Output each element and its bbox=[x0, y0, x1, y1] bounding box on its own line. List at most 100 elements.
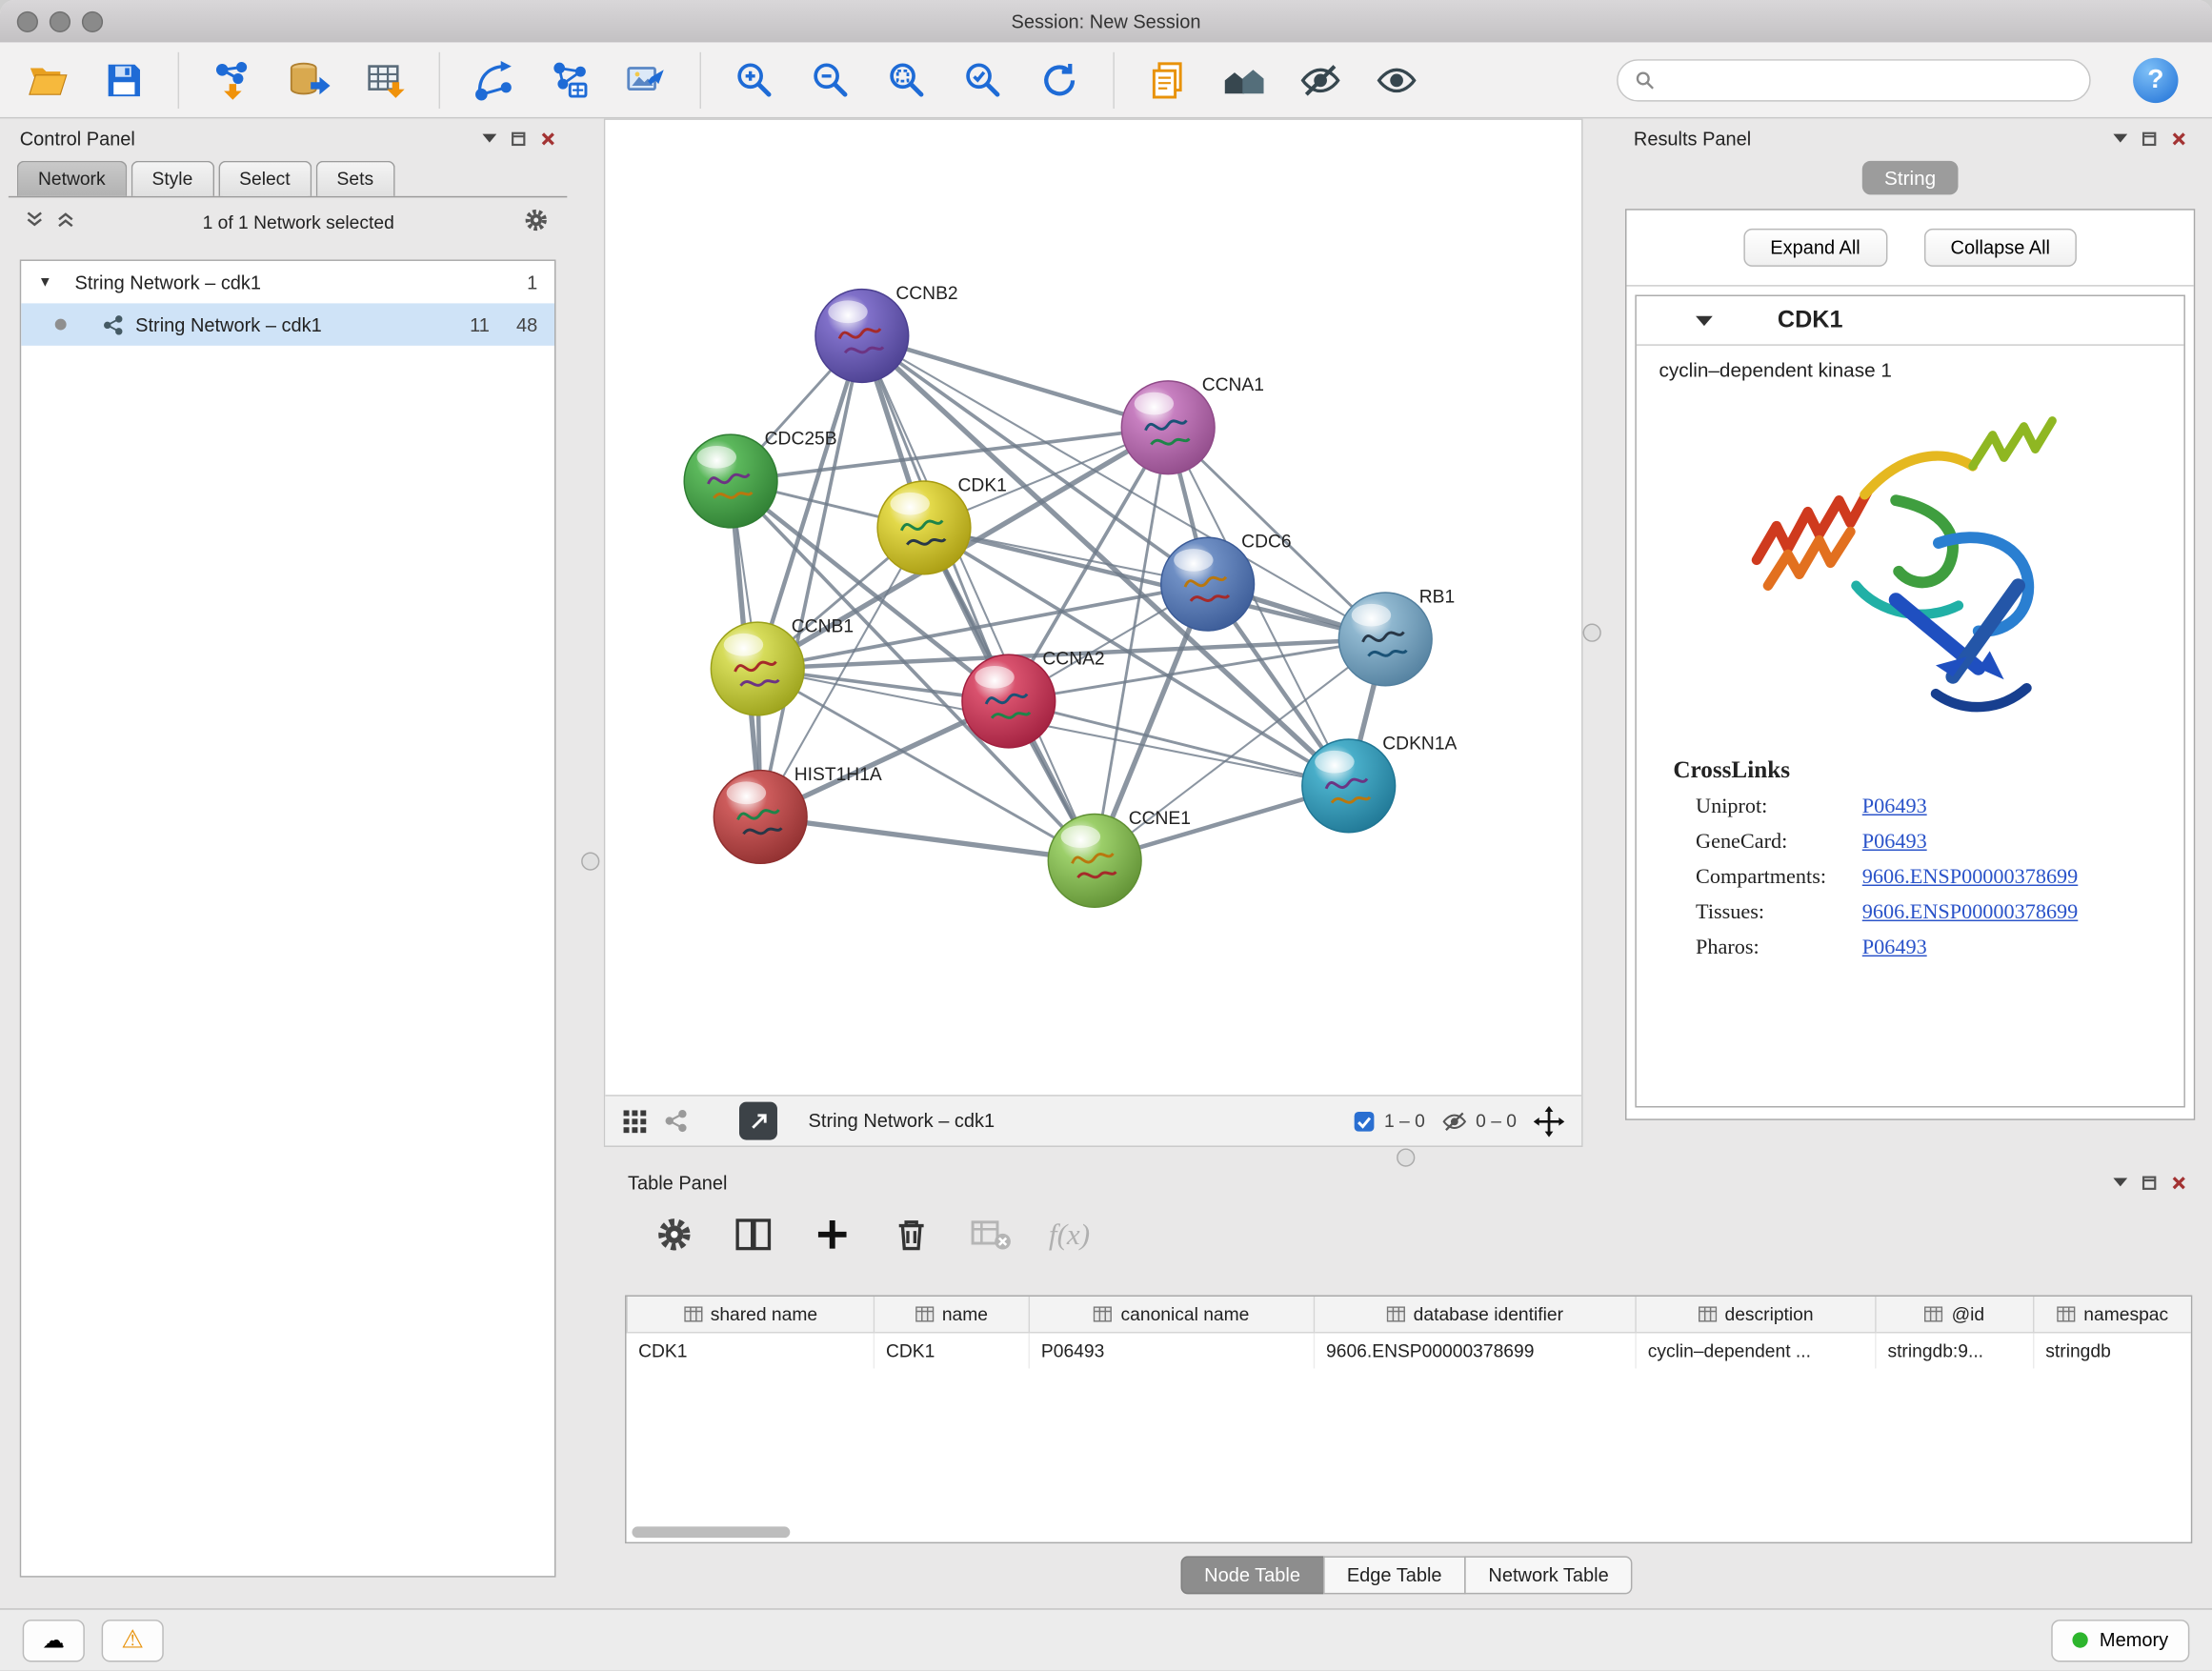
table-cell[interactable]: cyclin–dependent ... bbox=[1636, 1333, 1876, 1369]
table-cell[interactable]: P06493 bbox=[1029, 1333, 1314, 1369]
column-header[interactable]: namespac bbox=[2034, 1297, 2192, 1333]
network-node[interactable]: HIST1H1A bbox=[714, 765, 882, 863]
crosslink-link[interactable]: P06493 bbox=[1862, 795, 1927, 819]
network-node[interactable]: CCNE1 bbox=[1048, 809, 1191, 907]
import-network-file-button[interactable] bbox=[205, 51, 261, 108]
table-cell[interactable]: stringdb bbox=[2034, 1333, 2192, 1369]
disclosure-triangle-icon[interactable]: ▼ bbox=[38, 274, 64, 290]
horizontal-scrollbar[interactable] bbox=[632, 1526, 790, 1538]
panel-menu-icon[interactable] bbox=[2113, 1177, 2127, 1188]
apply-preferred-layout-button[interactable] bbox=[1032, 51, 1088, 108]
network-node[interactable]: CCNA1 bbox=[1121, 375, 1264, 473]
tab-edge-table[interactable]: Edge Table bbox=[1323, 1556, 1466, 1594]
bottom-splitter-handle[interactable] bbox=[1397, 1148, 1415, 1166]
cloud-button[interactable]: ☁ bbox=[23, 1619, 85, 1661]
expand-all-button[interactable]: Expand All bbox=[1743, 229, 1887, 267]
duplicate-page-button[interactable] bbox=[1140, 51, 1196, 108]
table-cell[interactable]: stringdb:9... bbox=[1876, 1333, 2034, 1369]
network-edge[interactable] bbox=[760, 335, 862, 816]
import-network-database-button[interactable] bbox=[281, 51, 337, 108]
table-cell[interactable]: CDK1 bbox=[627, 1333, 874, 1369]
search-input[interactable] bbox=[1666, 68, 2072, 91]
network-node[interactable]: CDC6 bbox=[1161, 533, 1292, 631]
network-node[interactable]: CCNB2 bbox=[815, 284, 958, 382]
open-session-button[interactable] bbox=[20, 51, 76, 108]
crosslink-link[interactable]: P06493 bbox=[1862, 831, 1927, 855]
crosslink-link[interactable]: 9606.ENSP00000378699 bbox=[1862, 901, 2078, 925]
window-zoom-button[interactable] bbox=[82, 10, 103, 31]
tab-network[interactable]: Network bbox=[17, 161, 127, 196]
tab-select[interactable]: Select bbox=[218, 161, 312, 196]
panel-close-icon[interactable] bbox=[2171, 131, 2186, 146]
window-close-button[interactable] bbox=[17, 10, 38, 31]
tab-node-table[interactable]: Node Table bbox=[1180, 1556, 1324, 1594]
show-selected-button[interactable] bbox=[1368, 51, 1424, 108]
grid-view-button[interactable] bbox=[622, 1108, 648, 1134]
table-cell[interactable]: CDK1 bbox=[874, 1333, 1029, 1369]
home-button[interactable] bbox=[1217, 51, 1273, 108]
zoom-in-button[interactable] bbox=[727, 51, 783, 108]
memory-button[interactable]: Memory bbox=[2052, 1619, 2190, 1661]
network-node[interactable]: CDKN1A bbox=[1302, 734, 1458, 832]
network-row[interactable]: String Network – cdk1 11 48 bbox=[21, 303, 554, 345]
zoom-fit-button[interactable] bbox=[879, 51, 935, 108]
new-network-from-selection-button[interactable] bbox=[542, 51, 598, 108]
delete-table-button[interactable] bbox=[969, 1214, 1011, 1256]
birds-eye-view-button[interactable] bbox=[739, 1102, 777, 1140]
panel-float-icon[interactable] bbox=[2142, 131, 2157, 146]
network-share-view-button[interactable] bbox=[665, 1109, 689, 1133]
show-columns-button[interactable] bbox=[733, 1214, 774, 1256]
export-network-image-button[interactable] bbox=[618, 51, 674, 108]
entry-disclosure-icon[interactable] bbox=[1696, 310, 1713, 331]
column-header[interactable]: canonical name bbox=[1029, 1297, 1314, 1333]
network-collection-row[interactable]: ▼ String Network – cdk1 1 bbox=[21, 261, 554, 303]
column-header[interactable]: name bbox=[874, 1297, 1029, 1333]
network-node[interactable]: CDC25B bbox=[684, 429, 836, 527]
network-view[interactable]: CCNB2CCNA1CDC25BCDK1CDC6RB1CCNB1CCNA2CDK… bbox=[604, 118, 1583, 1147]
column-header[interactable]: @id bbox=[1876, 1297, 2034, 1333]
column-header[interactable]: shared name bbox=[627, 1297, 874, 1333]
import-table-file-button[interactable] bbox=[357, 51, 413, 108]
crosslink-link[interactable]: 9606.ENSP00000378699 bbox=[1862, 866, 2078, 890]
tab-network-table[interactable]: Network Table bbox=[1464, 1556, 1633, 1594]
help-button[interactable]: ? bbox=[2133, 57, 2178, 102]
collapse-all-button[interactable]: Collapse All bbox=[1923, 229, 2077, 267]
first-neighbors-button[interactable] bbox=[466, 51, 522, 108]
hide-selected-button[interactable] bbox=[1293, 51, 1349, 108]
function-builder-button[interactable]: f(x) bbox=[1048, 1214, 1090, 1256]
table-cell[interactable]: 9606.ENSP00000378699 bbox=[1314, 1333, 1636, 1369]
panel-float-icon[interactable] bbox=[511, 131, 526, 146]
network-canvas[interactable]: CCNB2CCNA1CDC25BCDK1CDC6RB1CCNB1CCNA2CDK… bbox=[605, 120, 1581, 1095]
table-row[interactable]: CDK1 CDK1 P06493 9606.ENSP00000378699 cy… bbox=[627, 1333, 2191, 1369]
panel-menu-icon[interactable] bbox=[482, 132, 496, 144]
panel-float-icon[interactable] bbox=[2142, 1175, 2157, 1190]
network-edge[interactable] bbox=[760, 816, 1095, 860]
network-node[interactable]: RB1 bbox=[1338, 587, 1455, 685]
create-column-button[interactable] bbox=[812, 1214, 854, 1256]
pan-mode-button[interactable] bbox=[1534, 1105, 1565, 1137]
expand-all-networks-icon[interactable] bbox=[56, 211, 74, 233]
string-results-tab[interactable]: String bbox=[1861, 161, 1959, 195]
right-splitter-handle[interactable] bbox=[1583, 624, 1601, 642]
zoom-out-button[interactable] bbox=[803, 51, 859, 108]
warnings-button[interactable]: ⚠ bbox=[102, 1619, 164, 1661]
crosslink-link[interactable]: P06493 bbox=[1862, 936, 1927, 960]
panel-close-icon[interactable] bbox=[2171, 1175, 2186, 1190]
table-settings-button[interactable] bbox=[654, 1214, 695, 1256]
zoom-selected-button[interactable] bbox=[955, 51, 1012, 108]
search-box[interactable] bbox=[1617, 58, 2091, 100]
gear-icon[interactable] bbox=[522, 205, 551, 237]
network-node[interactable]: CDK1 bbox=[877, 475, 1007, 574]
panel-close-icon[interactable] bbox=[540, 131, 555, 146]
left-splitter-handle[interactable] bbox=[581, 852, 599, 870]
delete-column-button[interactable] bbox=[890, 1214, 932, 1256]
save-session-button[interactable] bbox=[96, 51, 152, 108]
panel-menu-icon[interactable] bbox=[2113, 132, 2127, 144]
tab-style[interactable]: Style bbox=[131, 161, 213, 196]
network-edge[interactable] bbox=[862, 335, 1095, 860]
collapse-all-networks-icon[interactable] bbox=[26, 211, 44, 233]
tab-sets[interactable]: Sets bbox=[315, 161, 394, 196]
column-header[interactable]: database identifier bbox=[1314, 1297, 1636, 1333]
window-minimize-button[interactable] bbox=[50, 10, 70, 31]
column-header[interactable]: description bbox=[1636, 1297, 1876, 1333]
